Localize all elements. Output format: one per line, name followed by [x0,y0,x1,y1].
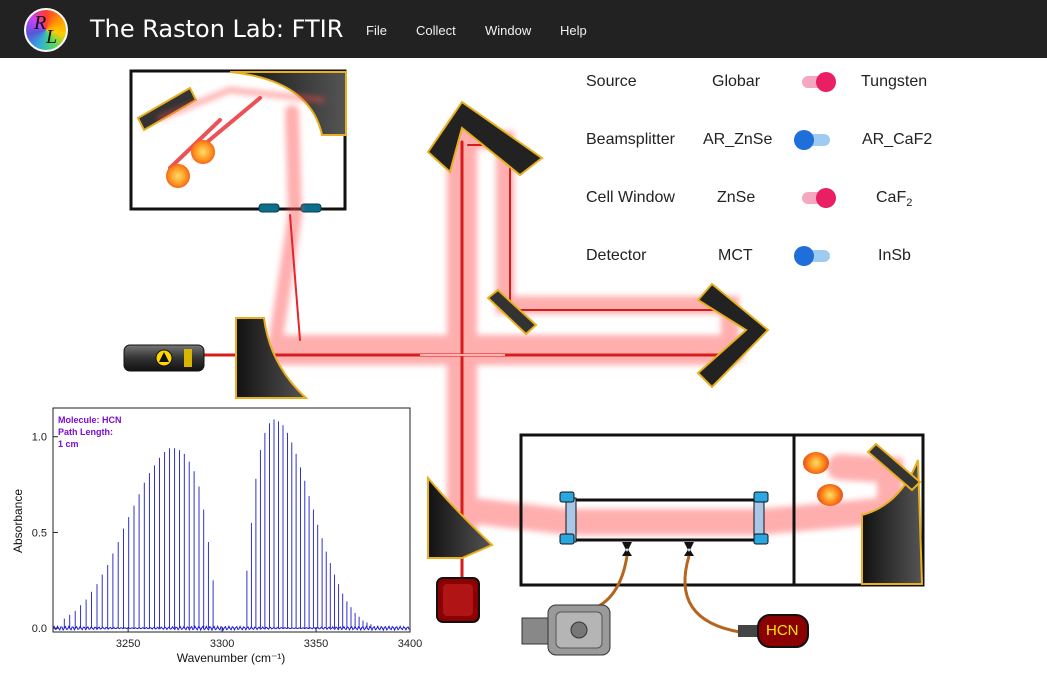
source-option-globar[interactable]: Globar [712,73,760,91]
x-tick-label: 3350 [304,638,328,650]
y-tick-label: 0.0 [32,623,47,635]
spectrum-panel: 3250 3300 3350 3400 0.0 0.5 1.0 Wavenumber (cm… [8,405,423,667]
detector-label: Detector [586,247,647,264]
cell-window-option-caf2[interactable]: CaF2 [876,189,912,209]
aperture-left [258,203,280,213]
plot-frame [52,407,411,633]
menu-file[interactable]: File [366,23,387,38]
source-label: Source [586,73,637,90]
x-axis-title: Wavenumber (cm⁻¹) [177,651,286,665]
vacuum-pump-icon[interactable] [521,604,611,656]
beamsplitter-option-ar-znse[interactable]: AR_ZnSe [703,131,772,149]
tungsten-lamp-icon [191,140,215,164]
navbar: R L The Raston Lab: FTIR File Collect Wi… [0,0,1047,58]
raston-lab-logo[interactable]: R L [24,8,68,52]
he-ne-laser [123,344,205,372]
x-tick-label: 3300 [210,638,234,650]
ftir-app: R L The Raston Lab: FTIR File Collect Wi… [0,0,1047,673]
fixed-corner-mirror [426,100,544,177]
aperture-right [300,203,322,213]
cell-window-option-znse[interactable]: ZnSe [717,189,755,207]
source-option-tungsten[interactable]: Tungsten [861,73,927,91]
cell-valve-right[interactable] [684,542,694,556]
caf2-subscript: 2 [906,197,913,210]
y-tick-label: 1.0 [32,432,47,444]
x-tick-label: 3400 [398,638,422,650]
menu-window[interactable]: Window [485,23,531,38]
detector-option-insb[interactable]: InSb [878,247,911,265]
beamsplitter-toggle[interactable] [794,130,832,150]
detector-toggle[interactable] [794,246,832,266]
globar-lamp-icon [166,164,190,188]
path-length-value: 1 cm [58,439,79,449]
path-length-annotation: Path Length: [58,427,113,437]
detector-icon [436,577,480,623]
app-title: The Raston Lab: FTIR [90,15,344,43]
y-axis-title: Absorbance [11,489,25,553]
beamsplitter-option-ar-caf2[interactable]: AR_CaF2 [862,131,932,149]
logo-letter-r: R [34,12,47,34]
detector-option-mct[interactable]: MCT [718,247,753,265]
logo-letter-l: L [46,26,58,48]
mct-detector-element-icon [803,452,829,474]
source-toggle[interactable] [798,72,836,92]
insb-detector-element-icon [817,484,843,506]
x-tick-label: 3250 [116,638,140,650]
gas-bottle-label: HCN [766,622,799,639]
y-tick-label: 0.5 [32,527,47,539]
beamsplitter-label: Beamsplitter [586,131,675,148]
menu-collect[interactable]: Collect [416,23,456,38]
caf2-text: CaF2 [876,189,913,210]
menu-help[interactable]: Help [560,23,587,38]
cell-valve-left[interactable] [622,542,632,556]
pump-hose [589,555,629,612]
cell-window-label: Cell Window [586,189,675,206]
gas-hose [683,555,741,634]
molecule-annotation: Molecule: HCN [58,415,122,425]
cell-window-toggle[interactable] [798,188,836,208]
